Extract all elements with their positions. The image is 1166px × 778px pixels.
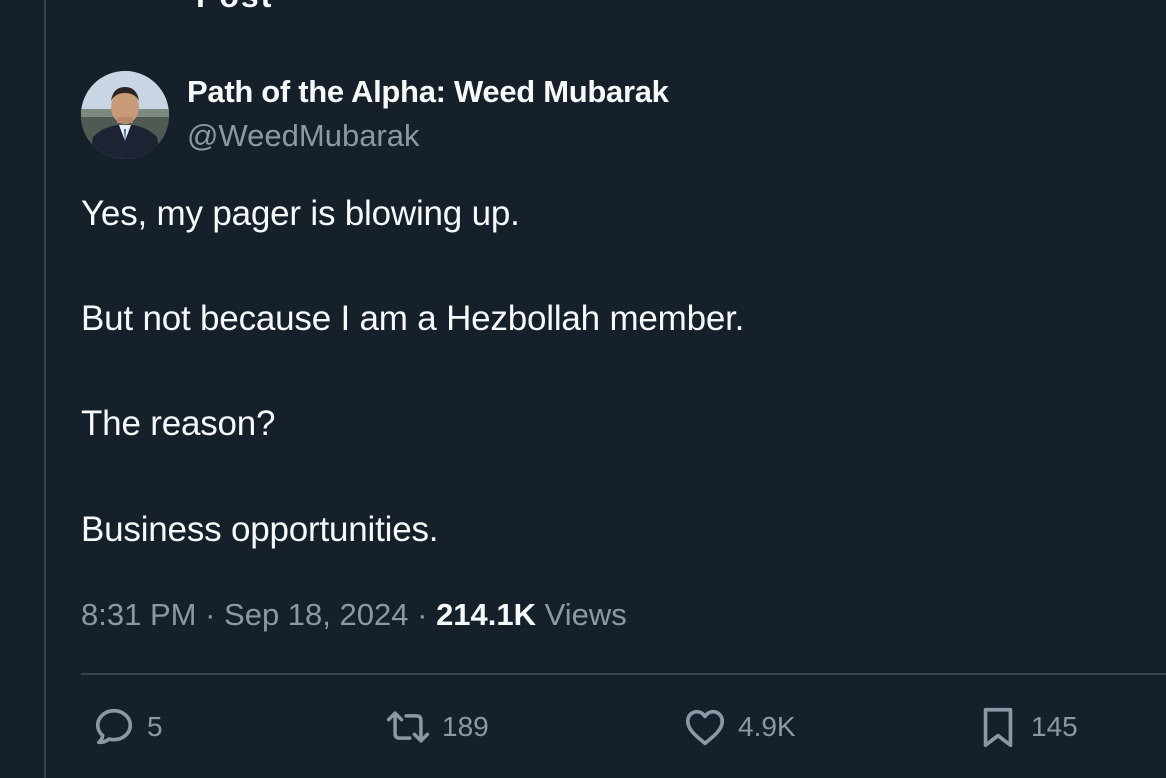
like-count: 4.9K: [738, 711, 796, 742]
tweet-text-line-1: Yes, my pager is blowing up.: [81, 194, 520, 233]
meta-separator: ·: [205, 597, 216, 632]
actions-divider: [81, 673, 1166, 675]
author-handle[interactable]: @WeedMubarak: [187, 118, 420, 154]
reply-icon: [95, 708, 133, 745]
retweet-button[interactable]: 189: [384, 704, 489, 750]
like-button[interactable]: 4.9K: [682, 704, 796, 750]
tweet-date[interactable]: Sep 18, 2024: [224, 597, 408, 632]
author-display-name[interactable]: Path of the Alpha: Weed Mubarak: [187, 74, 669, 110]
avatar-image: [81, 71, 169, 159]
reply-count: 5: [147, 711, 163, 742]
tweet-text-line-2: But not because I am a Hezbollah member.: [81, 299, 745, 338]
bookmark-icon: [983, 707, 1013, 748]
tweet-metadata: 8:31 PM · Sep 18, 2024 · 214.1K Views: [81, 597, 627, 633]
thread-left-border: [44, 0, 46, 778]
views-count[interactable]: 214.1K: [436, 597, 536, 632]
retweet-icon: [386, 711, 430, 743]
bookmark-button[interactable]: 145: [975, 704, 1078, 750]
tweet-text-line-4: Business opportunities.: [81, 510, 439, 549]
views-label: Views: [544, 597, 627, 632]
author-avatar[interactable]: [81, 71, 169, 159]
meta-separator: ·: [417, 597, 428, 632]
tweet-text-line-3: The reason?: [81, 404, 276, 443]
bookmark-count: 145: [1031, 711, 1078, 742]
reply-button[interactable]: 5: [91, 704, 163, 750]
page-header-title: Post: [196, 0, 273, 15]
tweet-time[interactable]: 8:31 PM: [81, 597, 196, 632]
retweet-count: 189: [442, 711, 489, 742]
heart-icon: [685, 709, 725, 746]
